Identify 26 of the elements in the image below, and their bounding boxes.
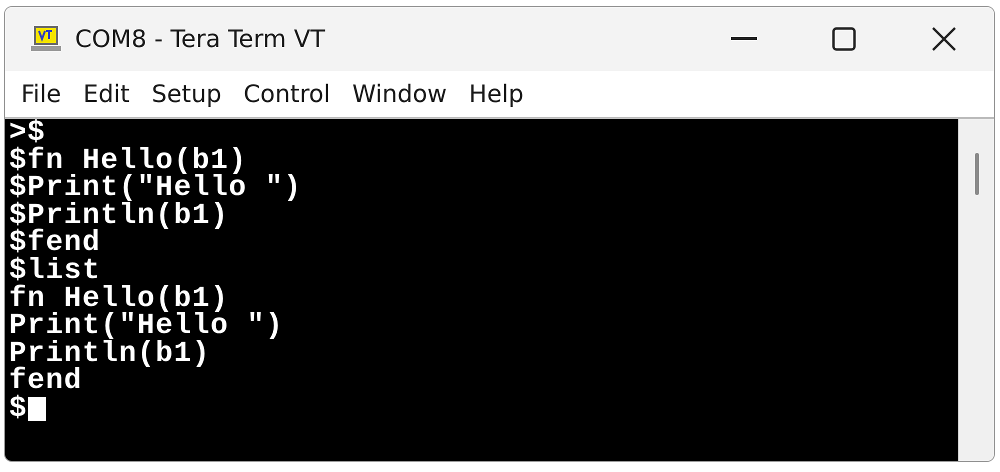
terminal-line: fn Hello(b1) [9,284,229,312]
scrollbar-thumb[interactable] [975,153,979,195]
terminal-line: $Print("Hello ") [9,174,302,202]
app-icon [31,25,61,53]
terminal-line: >$ [9,119,46,147]
text-cursor [28,396,46,421]
terminal-line: $Println(b1) [9,202,229,230]
menu-item[interactable]: Help [462,79,540,109]
menu-item[interactable]: Window [346,79,463,109]
window-title: COM8 - Tera Term VT [75,24,325,55]
close-icon [932,27,956,51]
terminal-line: $fend [9,229,101,257]
minimize-icon [731,37,757,41]
terminal-line: $ [9,394,28,423]
terminal-line: Println(b1) [9,340,210,368]
maximize-icon [832,27,856,51]
menu-item[interactable]: Setup [146,79,238,109]
menu-item[interactable]: Control [238,79,346,109]
terminal-line: Print("Hello ") [9,312,284,340]
terminal-line: fend [9,367,82,395]
terminal-screen[interactable]: >$ $fn Hello(b1) $Print("Hello ") $Println(b1) $fend $list fn Hello(b1) Print("Hello ") Println(b1) fend $ [5,119,958,461]
terminal-line: $list [9,256,101,285]
menu-item[interactable]: Edit [77,79,146,109]
terminal-line: $fn Hello(b1) [9,146,247,174]
menu-item[interactable]: File [15,79,78,109]
scrollbar[interactable] [958,119,994,461]
